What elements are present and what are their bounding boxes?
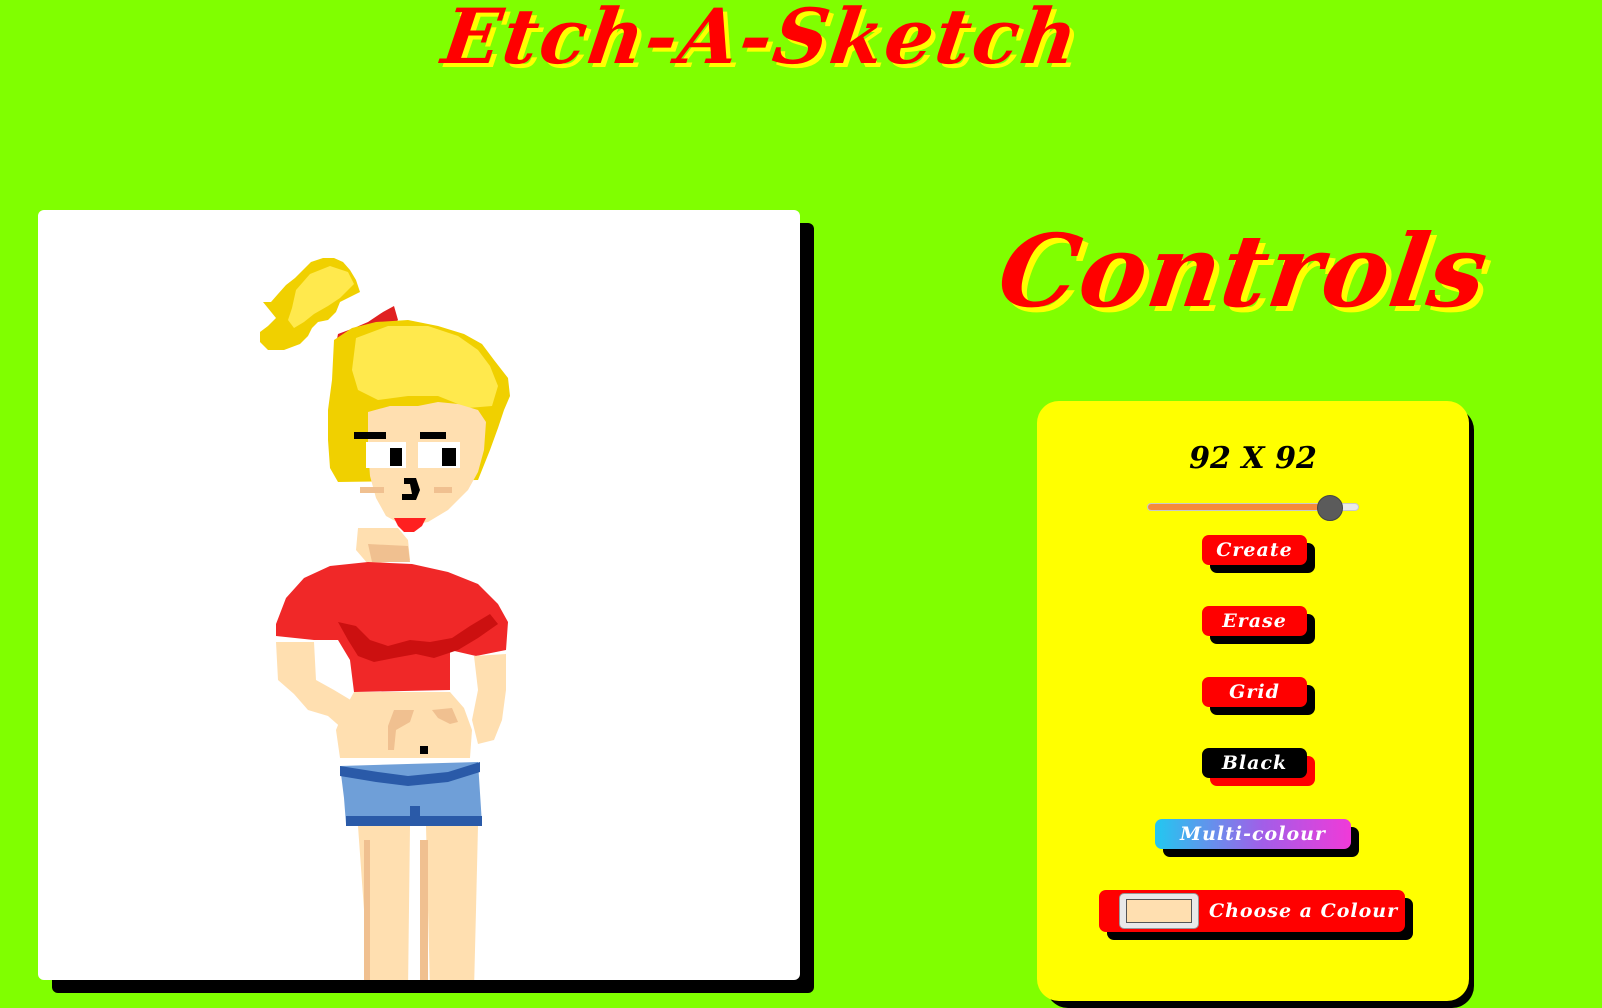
choose-colour-button-wrap: Choose a Colour [1099,890,1413,940]
controls-panel: 92 X 92 Create Erase Grid Black Multi-co… [1037,401,1469,1001]
colour-picker-value [1126,899,1192,923]
create-button-wrap: Create [1202,535,1315,573]
controls-title: Controls [991,212,1496,330]
colour-picker-swatch[interactable] [1119,893,1199,929]
grid-size-slider-fill [1148,504,1329,510]
grid-button[interactable]: Grid [1202,677,1307,707]
grid-size-label: 92 X 92 [1189,441,1317,476]
multi-colour-button[interactable]: Multi-colour [1155,819,1351,849]
black-button[interactable]: Black [1202,748,1307,778]
drawing-navel [420,746,428,754]
black-button-wrap: Black [1202,748,1315,786]
erase-button[interactable]: Erase [1202,606,1307,636]
app-title-text: Etch-A-Sketch [437,0,1085,81]
sketch-canvas[interactable] [38,210,800,980]
drawing-eye-right-pupil [442,448,456,466]
sketch-area [38,210,814,993]
create-button[interactable]: Create [1202,535,1307,565]
pixel-drawing [260,258,510,980]
erase-button-wrap: Erase [1202,606,1315,644]
drawing-cheek-left [360,487,384,493]
drawing-hair-light [352,326,498,408]
multi-colour-button-wrap: Multi-colour [1155,819,1359,857]
drawing-eyebrow-left [354,432,386,439]
drawing-eye-left-pupil [390,448,402,466]
drawing-neck-shadow [368,544,410,562]
drawing-cheek-right [434,487,452,493]
choose-colour-button[interactable]: Choose a Colour [1099,890,1405,932]
drawing-leg-mid-line [420,840,428,980]
drawing-shorts-seam [410,806,420,826]
app-title: Etch-A-Sketch [0,0,1602,81]
grid-size-slider[interactable] [1147,495,1359,521]
drawing-leg-left-line [364,840,370,980]
drawing-eyebrow-right [420,432,446,439]
grid-size-slider-thumb[interactable] [1316,495,1343,521]
choose-colour-label: Choose a Colour [1209,900,1399,922]
drawing-leg-right [426,826,478,980]
grid-button-wrap: Grid [1202,677,1315,715]
drawing-arm-right [472,654,506,744]
